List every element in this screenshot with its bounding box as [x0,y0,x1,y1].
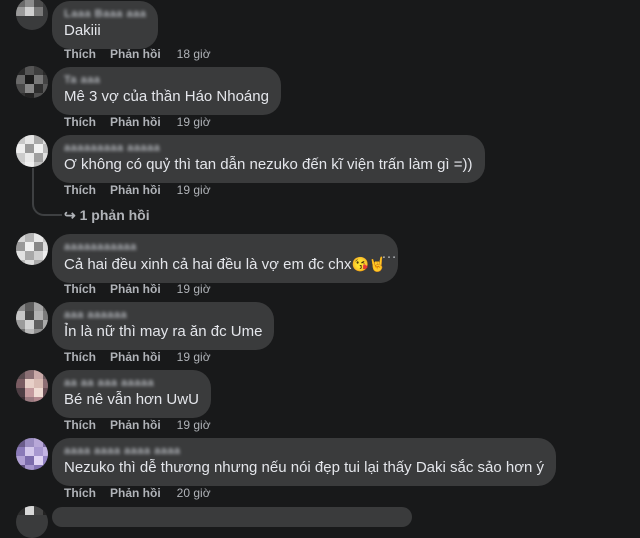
like-button[interactable]: Thích [64,281,96,297]
avatar[interactable] [16,233,48,265]
reply-button[interactable]: Phản hồi [110,485,161,501]
comment-text: Ơ không có quỷ thì tan dẫn nezuko đến kĩ… [64,156,473,173]
comment-bubble: Ta aaa Mê 3 vợ của thần Háo Nhoáng [52,67,281,115]
timestamp[interactable]: 19 giờ [177,417,211,433]
commenter-name[interactable]: aaaa aaaa aaaa aaaa [64,445,544,458]
comment-bubble: aaaa aaaa aaaa aaaa Nezuko thì dễ thương… [52,438,557,486]
like-button[interactable]: Thích [64,46,96,62]
timestamp[interactable]: 18 giờ [177,46,211,62]
comment-actions: Thích Phản hồi 19 giờ [64,114,225,130]
comment-actions: Thích Phản hồi 18 giờ [64,46,225,62]
avatar[interactable] [16,370,48,402]
avatar[interactable] [16,135,48,167]
replies-count: 1 phản hồi [79,207,150,223]
comment-actions: Thích Phản hồi 19 giờ [64,349,225,365]
more-options-icon[interactable]: … [381,246,398,262]
reply-button[interactable]: Phản hồi [110,182,161,198]
like-button[interactable]: Thích [64,114,96,130]
timestamp[interactable]: 20 giờ [177,485,211,501]
reply-thread-line [32,168,62,216]
comment-bubble: aaaaaaaaaaa Cả hai đều xinh cả hai đều l… [52,234,399,283]
commenter-name[interactable]: aa aa aaa aaaaa [64,377,199,390]
comment-actions: Thích Phản hồi 19 giờ [64,417,225,433]
reply-button[interactable]: Phản hồi [110,281,161,297]
commenter-name[interactable]: Laaa Baaa aaa [64,8,146,21]
comment-text: Mê 3 vợ của thần Háo Nhoáng [64,88,269,105]
timestamp[interactable]: 19 giờ [177,281,211,297]
comment-bubble: aaa aaaaaa Ỉn là nữ thì may ra ăn đc Ume [52,302,275,350]
comment-actions: Thích Phản hồi 20 giờ [64,485,225,501]
reply-button[interactable]: Phản hồi [110,417,161,433]
like-button[interactable]: Thích [64,485,96,501]
comment-text: Bé nê vẫn hơn UwU [64,391,199,408]
comment-bubble: aaaaaaaaa aaaaa Ơ không có quỷ thì tan d… [52,135,485,183]
comment-bubble [52,507,412,527]
timestamp[interactable]: 19 giờ [177,349,211,365]
comment-text: Nezuko thì dễ thương nhưng nếu nói đẹp t… [64,459,545,476]
avatar[interactable] [16,438,48,470]
comment-actions: Thích Phản hồi 19 giờ [64,182,225,198]
comment-bubble: Laaa Baaa aaa Dakiii [52,1,159,49]
comment-thread: Laaa Baaa aaa Dakiii Thích Phản hồi 18 giờ [0,0,640,538]
avatar[interactable] [16,302,48,334]
commenter-name[interactable]: aaaaaaaaaaa [64,241,386,254]
comment-bubble: aa aa aaa aaaaa Bé nê vẫn hơn UwU [52,370,211,418]
comment-actions: Thích Phản hồi 19 giờ [64,281,225,297]
timestamp[interactable]: 19 giờ [177,114,211,130]
comment-text: Dakiii [64,22,101,39]
reply-button[interactable]: Phản hồi [110,46,161,62]
reply-button[interactable]: Phản hồi [110,349,161,365]
avatar[interactable] [16,506,48,538]
avatar[interactable] [16,0,48,30]
like-button[interactable]: Thích [64,417,96,433]
view-replies-link[interactable]: ↪ 1 phản hồi [64,206,150,224]
avatar[interactable] [16,66,48,98]
comment-text: Cả hai đều xinh cả hai đều là vợ em đc c… [64,254,386,275]
like-button[interactable]: Thích [64,349,96,365]
commenter-name[interactable]: Ta aaa [64,74,269,87]
commenter-name[interactable]: aaaaaaaaa aaaaa [64,142,473,155]
reply-arrow-icon: ↪ [64,207,76,223]
timestamp[interactable]: 19 giờ [177,182,211,198]
reply-button[interactable]: Phản hồi [110,114,161,130]
comment-text: Ỉn là nữ thì may ra ăn đc Ume [64,323,263,340]
comment-text-body: Cả hai đều xinh cả hai đều là vợ em đc c… [64,256,352,273]
like-button[interactable]: Thích [64,182,96,198]
commenter-name[interactable]: aaa aaaaaa [64,309,262,322]
